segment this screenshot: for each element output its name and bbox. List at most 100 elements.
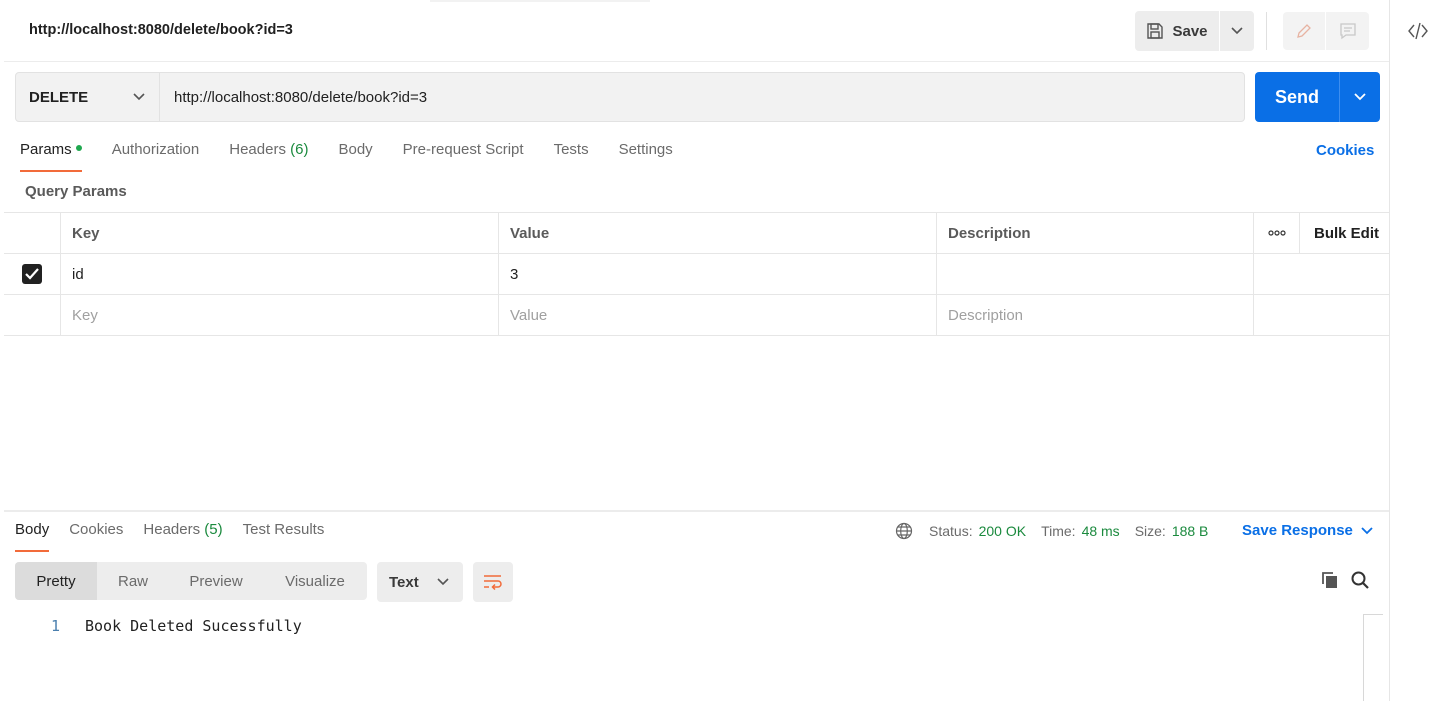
save-label: Save [1172,22,1208,40]
row-spacer [1254,295,1389,335]
response-divider[interactable] [4,510,1389,512]
code-snippet-icon[interactable] [1408,22,1428,40]
resp-headers-count: (5) [204,521,223,538]
view-pretty[interactable]: Pretty [15,562,97,600]
view-preview[interactable]: Preview [169,562,263,600]
new-param-row: Key Value Description [4,295,1389,336]
search-icon[interactable] [1350,570,1370,590]
save-button-group: Save [1135,11,1254,51]
vertical-scrollbar[interactable] [1363,614,1364,701]
header-divider [4,61,1389,62]
param-key-cell[interactable]: id [61,254,499,294]
copy-icon[interactable] [1320,570,1340,590]
resp-tab-body[interactable]: Body [15,521,50,552]
send-button-group: Send [1255,72,1380,122]
save-button[interactable]: Save [1135,11,1219,51]
tab-body[interactable]: Body [338,141,372,172]
empty-checkbox-cell [4,295,61,335]
format-label: Text [389,573,419,591]
chevron-down-icon [133,93,145,101]
chevron-down-icon [1231,27,1243,35]
edit-actions [1283,12,1369,50]
row-checkbox-cell [4,254,61,294]
header-separator [1266,12,1267,50]
chevron-down-icon [1361,526,1373,534]
more-horizontal-icon [1267,230,1286,236]
save-response-label: Save Response [1242,522,1353,539]
chevron-down-icon [1354,93,1366,101]
url-bar: DELETE [15,72,1245,122]
status-label: Status: [929,523,973,539]
resp-tab-test-results[interactable]: Test Results [243,521,325,552]
comments-button[interactable] [1326,12,1369,50]
tab-headers[interactable]: Headers (6) [229,141,308,172]
headers-count: (6) [290,141,309,158]
wrap-lines-icon [484,575,502,590]
chevron-down-icon [437,578,449,586]
save-options-button[interactable] [1219,11,1254,51]
method-select[interactable]: DELETE [16,73,160,121]
response-meta: Status: 200 OK Time: 48 ms Size: 188 B [895,521,1223,541]
new-description-input[interactable]: Description [937,295,1254,335]
table-header-row: Key Value Description Bulk Edit [4,213,1389,254]
table-row: id 3 [4,254,1389,295]
response-body-line[interactable]: Book Deleted Sucessfully [85,617,302,635]
globe-icon[interactable] [895,522,913,540]
tab-tests[interactable]: Tests [554,141,589,172]
param-description-cell[interactable] [937,254,1254,294]
response-tabs: Body Cookies Headers (5) Test Results [15,521,344,552]
time-label: Time: [1041,523,1076,539]
response-body-editor[interactable]: 1 Book Deleted Sucessfully [4,615,1364,701]
app-window: http://localhost:8080/delete/book?id=3 S… [0,0,1442,701]
request-panel: http://localhost:8080/delete/book?id=3 S… [4,0,1389,701]
resp-tab-cookies[interactable]: Cookies [69,521,123,552]
bulk-edit-button[interactable]: Bulk Edit [1300,213,1389,253]
tab-prerequest-script[interactable]: Pre-request Script [403,141,524,172]
format-select[interactable]: Text [377,562,463,602]
checkbox-column-header [4,213,61,253]
right-sidebar [1389,0,1442,701]
method-label: DELETE [29,88,89,106]
resp-tab-headers[interactable]: Headers (5) [143,521,222,552]
tab-settings[interactable]: Settings [619,141,673,172]
query-params-table: Key Value Description Bulk Edit id 3 Key… [4,212,1389,336]
url-input[interactable] [160,73,1244,121]
request-title[interactable]: http://localhost:8080/delete/book?id=3 [29,22,293,38]
line-number: 1 [51,617,61,635]
tab-headers-label: Headers [229,141,286,158]
new-key-input[interactable]: Key [61,295,499,335]
save-icon [1147,23,1164,39]
request-tabs: Params Authorization Headers (6) Body Pr… [20,141,703,173]
row-checkbox[interactable] [22,264,42,284]
status-value[interactable]: 200 OK [979,523,1026,539]
tab-authorization[interactable]: Authorization [112,141,200,172]
view-mode-segmented: Pretty Raw Preview Visualize [15,562,367,600]
send-button[interactable]: Send [1255,72,1339,122]
checkmark-icon [25,268,39,280]
send-options-button[interactable] [1339,72,1380,122]
more-options-button[interactable] [1254,213,1300,253]
column-header-key: Key [61,213,499,253]
scrollbar-cap [1363,614,1383,615]
tab-params[interactable]: Params [20,141,82,172]
row-spacer [1254,254,1389,294]
size-label: Size: [1134,523,1166,539]
query-params-label: Query Params [25,183,127,200]
size-value[interactable]: 188 B [1172,523,1209,539]
column-header-value: Value [499,213,937,253]
time-value[interactable]: 48 ms [1082,523,1120,539]
params-active-dot [75,145,82,152]
view-raw[interactable]: Raw [97,562,169,600]
column-header-description: Description [937,213,1254,253]
tab-params-label: Params [20,141,72,158]
comment-icon [1339,23,1356,40]
cookies-link[interactable]: Cookies [1316,142,1374,159]
wrap-lines-button[interactable] [473,562,513,602]
resp-tab-headers-label: Headers [143,521,201,538]
new-value-input[interactable]: Value [499,295,937,335]
edit-button[interactable] [1283,12,1326,50]
param-value-cell[interactable]: 3 [499,254,937,294]
view-visualize[interactable]: Visualize [263,562,367,600]
pencil-icon [1297,24,1311,38]
save-response-button[interactable]: Save Response [1242,522,1373,539]
